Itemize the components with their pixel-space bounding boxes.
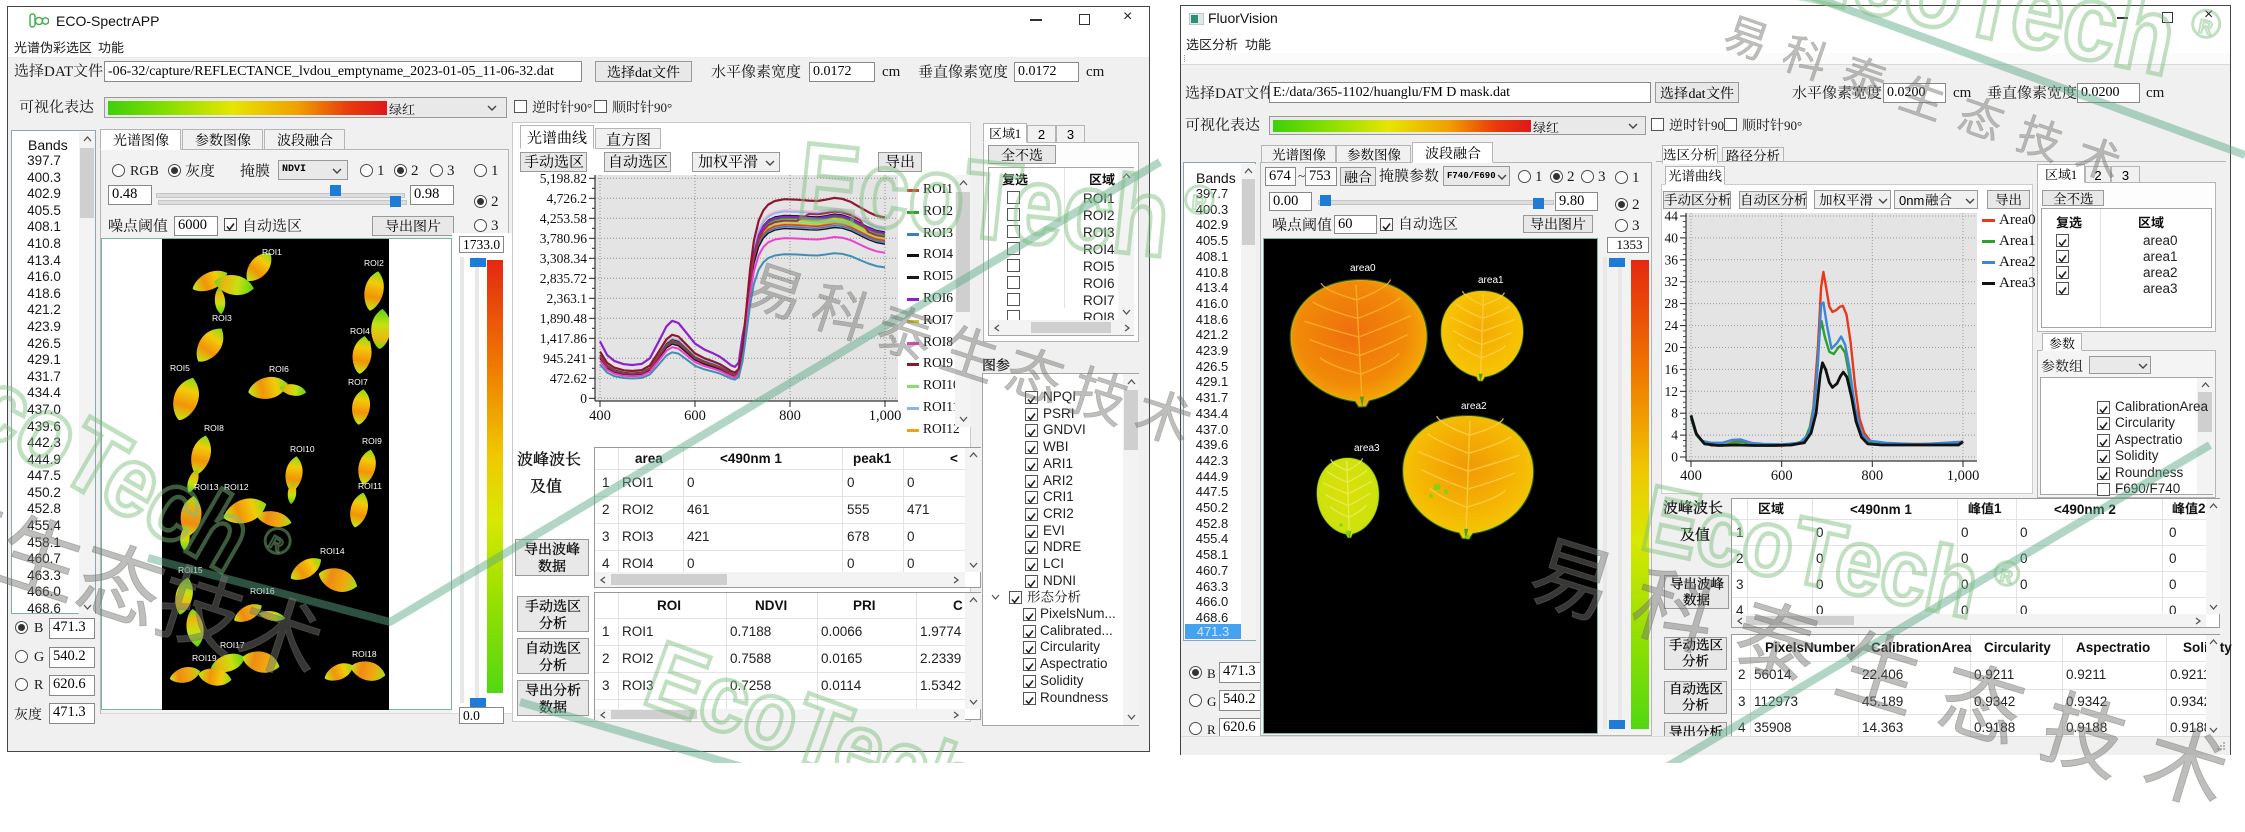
svg-text:3,308.34: 3,308.34 <box>540 251 588 266</box>
svg-text:ROI12: ROI12 <box>224 482 249 492</box>
svg-text:area2: area2 <box>1461 401 1487 412</box>
svg-text:2,835.72: 2,835.72 <box>540 271 587 286</box>
svg-text:area1: area1 <box>1478 275 1504 286</box>
svg-text:ROI13: ROI13 <box>194 482 219 492</box>
svg-text:8: 8 <box>1671 406 1678 421</box>
svg-text:ROI19: ROI19 <box>192 653 217 663</box>
svg-text:1,890.48: 1,890.48 <box>540 311 588 326</box>
svg-text:ROI17: ROI17 <box>220 640 245 650</box>
svg-text:ROI15: ROI15 <box>178 565 203 575</box>
svg-text:ROI5: ROI5 <box>170 363 190 373</box>
svg-text:32: 32 <box>1665 274 1679 289</box>
svg-text:area3: area3 <box>1354 443 1380 454</box>
svg-text:4,253.58: 4,253.58 <box>540 211 588 226</box>
svg-text:4,726.2: 4,726.2 <box>547 191 588 206</box>
svg-text:0: 0 <box>580 391 587 406</box>
svg-text:24: 24 <box>1665 318 1679 333</box>
svg-text:800: 800 <box>779 408 801 424</box>
svg-text:ROI3: ROI3 <box>212 313 232 323</box>
svg-text:400: 400 <box>1680 468 1702 484</box>
svg-text:40: 40 <box>1665 230 1679 245</box>
svg-text:ROI16: ROI16 <box>250 586 275 596</box>
svg-text:ROI11: ROI11 <box>358 481 382 491</box>
svg-text:ROI14: ROI14 <box>320 546 345 556</box>
svg-text:28: 28 <box>1665 296 1679 311</box>
svg-text:3,780.96: 3,780.96 <box>540 231 588 246</box>
svg-text:12: 12 <box>1665 384 1679 399</box>
svg-text:ROI6: ROI6 <box>269 364 289 374</box>
svg-text:4: 4 <box>1671 428 1678 443</box>
svg-text:ROI2: ROI2 <box>364 258 384 268</box>
svg-text:600: 600 <box>684 408 706 424</box>
svg-text:ROI8: ROI8 <box>204 423 224 433</box>
svg-text:ROI1: ROI1 <box>262 247 282 257</box>
svg-text:800: 800 <box>1861 468 1883 484</box>
svg-text:5,198.82: 5,198.82 <box>540 171 587 186</box>
svg-text:20: 20 <box>1665 340 1679 355</box>
svg-text:1,000: 1,000 <box>1947 468 1980 484</box>
svg-text:0: 0 <box>1671 450 1678 465</box>
svg-text:ROI18: ROI18 <box>352 649 377 659</box>
svg-text:600: 600 <box>1771 468 1793 484</box>
svg-text:ROI10: ROI10 <box>290 444 315 454</box>
svg-text:1,417.86: 1,417.86 <box>540 331 588 346</box>
svg-text:44: 44 <box>1665 209 1679 224</box>
svg-text:ROI7: ROI7 <box>348 377 368 387</box>
svg-text:400: 400 <box>589 408 611 424</box>
svg-text:1,000: 1,000 <box>869 408 902 424</box>
svg-text:ROI9: ROI9 <box>362 436 382 446</box>
svg-text:945.241: 945.241 <box>543 351 587 366</box>
svg-text:472.62: 472.62 <box>550 371 587 386</box>
svg-text:16: 16 <box>1665 362 1679 377</box>
svg-text:ROI4: ROI4 <box>350 326 370 336</box>
svg-text:2,363.1: 2,363.1 <box>547 291 588 306</box>
svg-text:36: 36 <box>1665 252 1679 267</box>
svg-text:area0: area0 <box>1350 263 1376 274</box>
